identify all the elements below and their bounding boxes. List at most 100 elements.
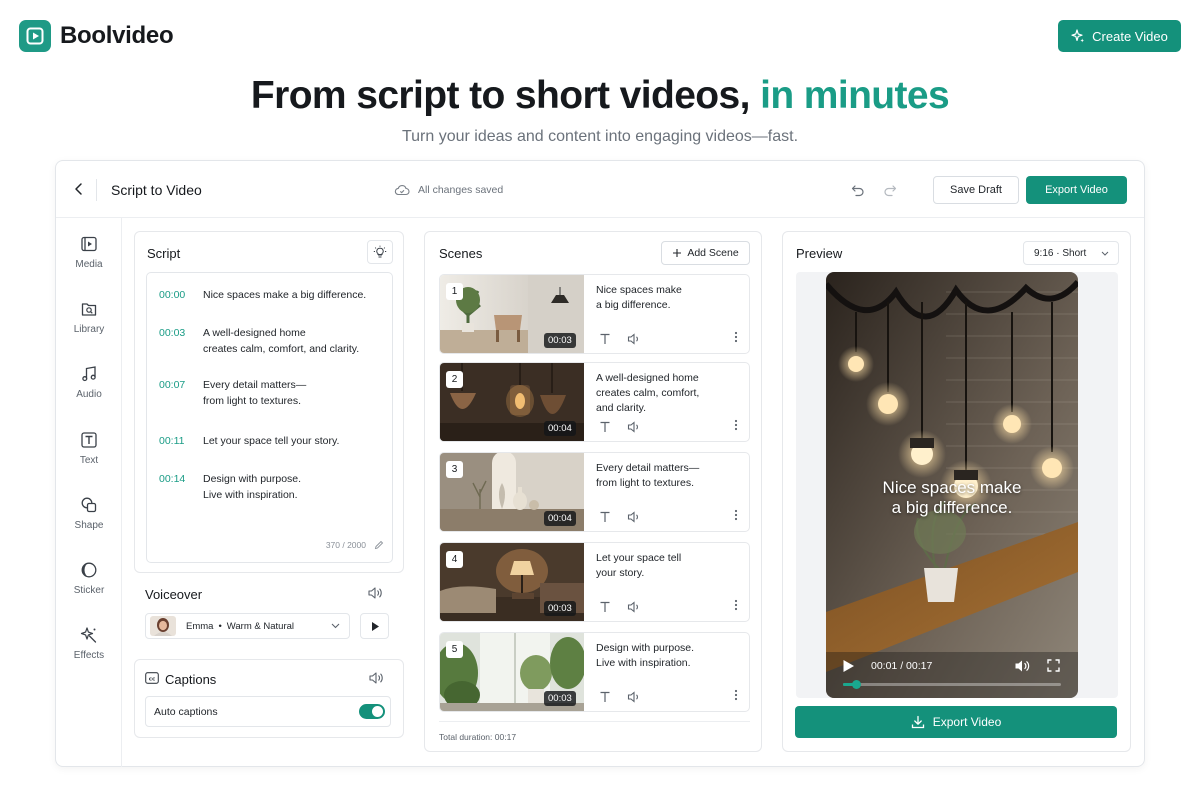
scene-tools <box>599 511 641 523</box>
total-duration-value: 00:17 <box>494 732 517 742</box>
text-icon <box>80 431 98 449</box>
scene-card[interactable]: 5 00:03 Design with purpose. Live with in… <box>439 632 750 712</box>
script-panel: Script 00:00 Nice spaces make a big diff… <box>134 231 404 573</box>
voice-play-button[interactable] <box>360 613 389 639</box>
script-ideas-button[interactable] <box>367 240 393 264</box>
video-controls: 00:01 / 00:17 <box>826 648 1078 698</box>
script-line[interactable]: 00:00 Nice spaces make a big difference. <box>159 287 366 303</box>
sidebar-item-text[interactable]: Text <box>56 431 122 466</box>
more-options-icon[interactable] <box>734 689 738 701</box>
script-timestamp: 00:03 <box>159 327 186 339</box>
brand-logo[interactable]: Boolvideo <box>19 20 174 52</box>
create-video-label: Create Video <box>1092 28 1168 44</box>
back-chevron-icon[interactable] <box>72 181 86 197</box>
more-options-icon[interactable] <box>734 599 738 611</box>
more-options-icon[interactable] <box>734 419 738 431</box>
add-scene-label: Add Scene <box>687 247 739 259</box>
voice-name: Emma <box>186 620 214 632</box>
volume-icon[interactable] <box>627 511 641 523</box>
redo-icon[interactable] <box>883 183 897 197</box>
scenes-panel: Scenes Add Scene 1 00:03 Nice spaces mak… <box>424 231 762 752</box>
script-timestamp: 00:11 <box>159 435 185 447</box>
fullscreen-icon[interactable] <box>1047 659 1060 672</box>
sticker-icon <box>80 561 98 579</box>
volume-icon[interactable] <box>1014 659 1030 673</box>
script-line-text: A well-designed home creates calm, comfor… <box>203 327 360 355</box>
scene-caption[interactable]: Let your space tell your story. <box>596 551 716 581</box>
sidebar-item-media[interactable]: Media <box>56 235 122 270</box>
aspect-ratio-select[interactable]: 9:16 · Short <box>1023 241 1119 265</box>
export-video-button[interactable]: Export Video <box>1026 176 1127 204</box>
sidebar-item-effects[interactable]: Effects <box>56 626 122 661</box>
volume-icon[interactable] <box>627 421 641 433</box>
script-line[interactable]: 00:07 Every detail matters— from light to… <box>159 377 306 409</box>
more-options-icon[interactable] <box>734 509 738 521</box>
text-tool-icon[interactable] <box>599 421 611 433</box>
voice-style: Warm & Natural <box>226 620 294 632</box>
pencil-icon[interactable] <box>374 540 384 550</box>
scene-number: 2 <box>446 371 463 388</box>
hero-subtitle: Turn your ideas and content into engagin… <box>401 128 799 145</box>
volume-icon[interactable] <box>627 601 641 613</box>
sidebar-item-sticker[interactable]: Sticker <box>56 561 122 596</box>
seek-bar[interactable] <box>843 680 1061 689</box>
cc-icon: cc <box>145 672 159 684</box>
undo-icon[interactable] <box>851 183 865 197</box>
scene-card[interactable]: 4 00:03 Let your space tell your story. <box>439 542 750 622</box>
auto-captions-row: Auto captions <box>145 696 391 727</box>
sidebar-item-label: Text <box>79 455 99 466</box>
auto-captions-toggle[interactable] <box>359 704 385 719</box>
scene-card[interactable]: 3 00:04 Every detail matters— from light … <box>439 452 750 532</box>
scene-duration: 00:04 <box>544 511 576 526</box>
scenes-divider <box>439 721 750 722</box>
time-readout: 00:01 / 00:17 <box>871 660 933 672</box>
aspect-ratio-label: 9:16 · Short <box>1034 247 1087 259</box>
scene-tools <box>599 601 641 613</box>
create-video-button[interactable]: Create Video <box>1058 20 1181 52</box>
voice-select[interactable]: Emma • Warm & Natural <box>145 613 350 639</box>
effects-icon <box>80 626 98 644</box>
text-tool-icon[interactable] <box>599 691 611 703</box>
script-line[interactable]: 00:11 Let your space tell your story. <box>159 433 339 449</box>
total-duration: Total duration: 00:17 <box>439 732 517 742</box>
editor-title: Script to Video <box>111 182 202 198</box>
download-icon <box>911 715 925 729</box>
play-icon[interactable] <box>842 659 855 673</box>
scene-caption[interactable]: Nice spaces make a big difference. <box>596 283 716 313</box>
scene-tools <box>599 333 641 345</box>
more-options-icon[interactable] <box>734 331 738 343</box>
script-line[interactable]: 00:14 Design with purpose. Live with insp… <box>159 471 301 503</box>
volume-icon[interactable] <box>627 333 641 345</box>
speaker-icon[interactable] <box>368 671 384 685</box>
script-line[interactable]: 00:03 A well-designed home creates calm, … <box>159 325 359 357</box>
export-video-label: Export Video <box>932 715 1002 729</box>
voice-avatar <box>150 616 176 636</box>
save-draft-button[interactable]: Save Draft <box>933 176 1019 204</box>
add-scene-button[interactable]: Add Scene <box>661 241 750 265</box>
scene-duration: 00:03 <box>544 601 576 616</box>
scene-caption[interactable]: Design with purpose. Live with inspiratio… <box>596 641 716 671</box>
scene-card[interactable]: 1 00:03 Nice spaces make a big difference… <box>439 274 750 354</box>
audio-icon <box>80 365 98 383</box>
scene-duration: 00:03 <box>544 333 576 348</box>
sidebar-item-shape[interactable]: Shape <box>56 496 122 531</box>
export-video-main-button[interactable]: Export Video <box>795 706 1117 738</box>
text-tool-icon[interactable] <box>599 333 611 345</box>
lightbulb-icon <box>373 245 387 259</box>
script-title: Script <box>147 246 181 261</box>
scene-caption[interactable]: Every detail matters— from light to textu… <box>596 461 716 491</box>
speaker-icon[interactable] <box>367 586 383 600</box>
script-editor[interactable]: 00:00 Nice spaces make a big difference.… <box>146 272 393 563</box>
video-player[interactable]: Nice spaces make a big difference. 00:01 … <box>826 272 1078 698</box>
scene-caption[interactable]: A well-designed home creates calm, comfor… <box>596 371 716 416</box>
seek-handle[interactable] <box>852 680 862 689</box>
text-tool-icon[interactable] <box>599 601 611 613</box>
sidebar-item-audio[interactable]: Audio <box>56 365 122 400</box>
text-tool-icon[interactable] <box>599 511 611 523</box>
sidebar-item-library[interactable]: Library <box>56 300 122 335</box>
sidebar-item-label: Sticker <box>73 585 105 596</box>
save-status: All changes saved <box>394 184 503 196</box>
volume-icon[interactable] <box>627 691 641 703</box>
scene-card[interactable]: 2 00:04 A well-designed home creates calm… <box>439 362 750 442</box>
hero-title-accent: in minutes <box>760 74 950 117</box>
